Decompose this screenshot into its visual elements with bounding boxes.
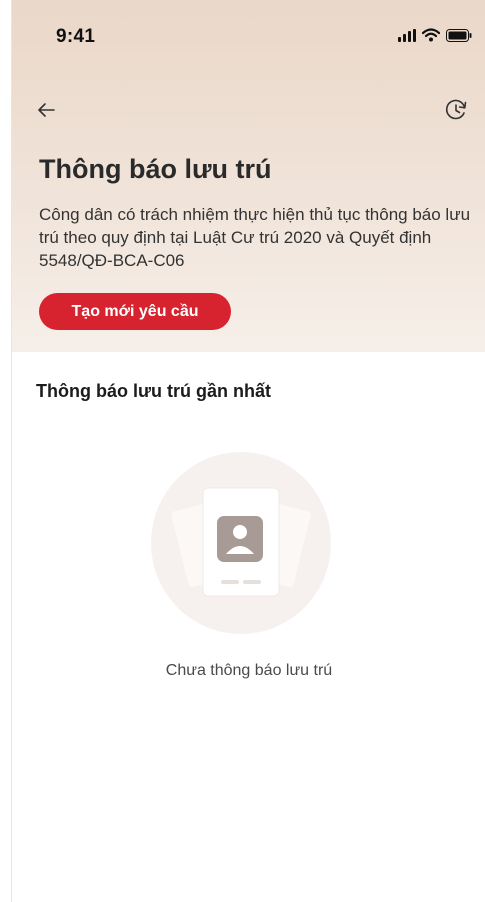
battery-icon (446, 28, 472, 42)
empty-state-text: Chưa thông báo lưu trú (165, 662, 333, 679)
header-banner: 9:41 Thông báo lưu trú Công dân có trách… (12, 0, 485, 352)
status-time: 9:41 (56, 26, 96, 47)
signal-icon (398, 28, 416, 42)
wifi-icon (422, 28, 440, 42)
create-request-button[interactable]: Tạo mới yêu cầu (39, 293, 231, 330)
back-arrow-icon[interactable] (34, 98, 58, 122)
page-title: Thông báo lưu trú (39, 154, 272, 184)
status-icons (398, 28, 472, 42)
history-icon[interactable] (442, 96, 470, 124)
status-bar: 9:41 (12, 0, 485, 70)
page-description: Công dân có trách nhiệm thực hiện thủ tụ… (39, 205, 471, 270)
screen: 9:41 Thông báo lưu trú Công dân có trách… (11, 0, 485, 902)
nav-bar (12, 92, 485, 132)
document-person-icon (151, 452, 331, 634)
recent-section-title: Thông báo lưu trú gần nhất (36, 381, 272, 401)
